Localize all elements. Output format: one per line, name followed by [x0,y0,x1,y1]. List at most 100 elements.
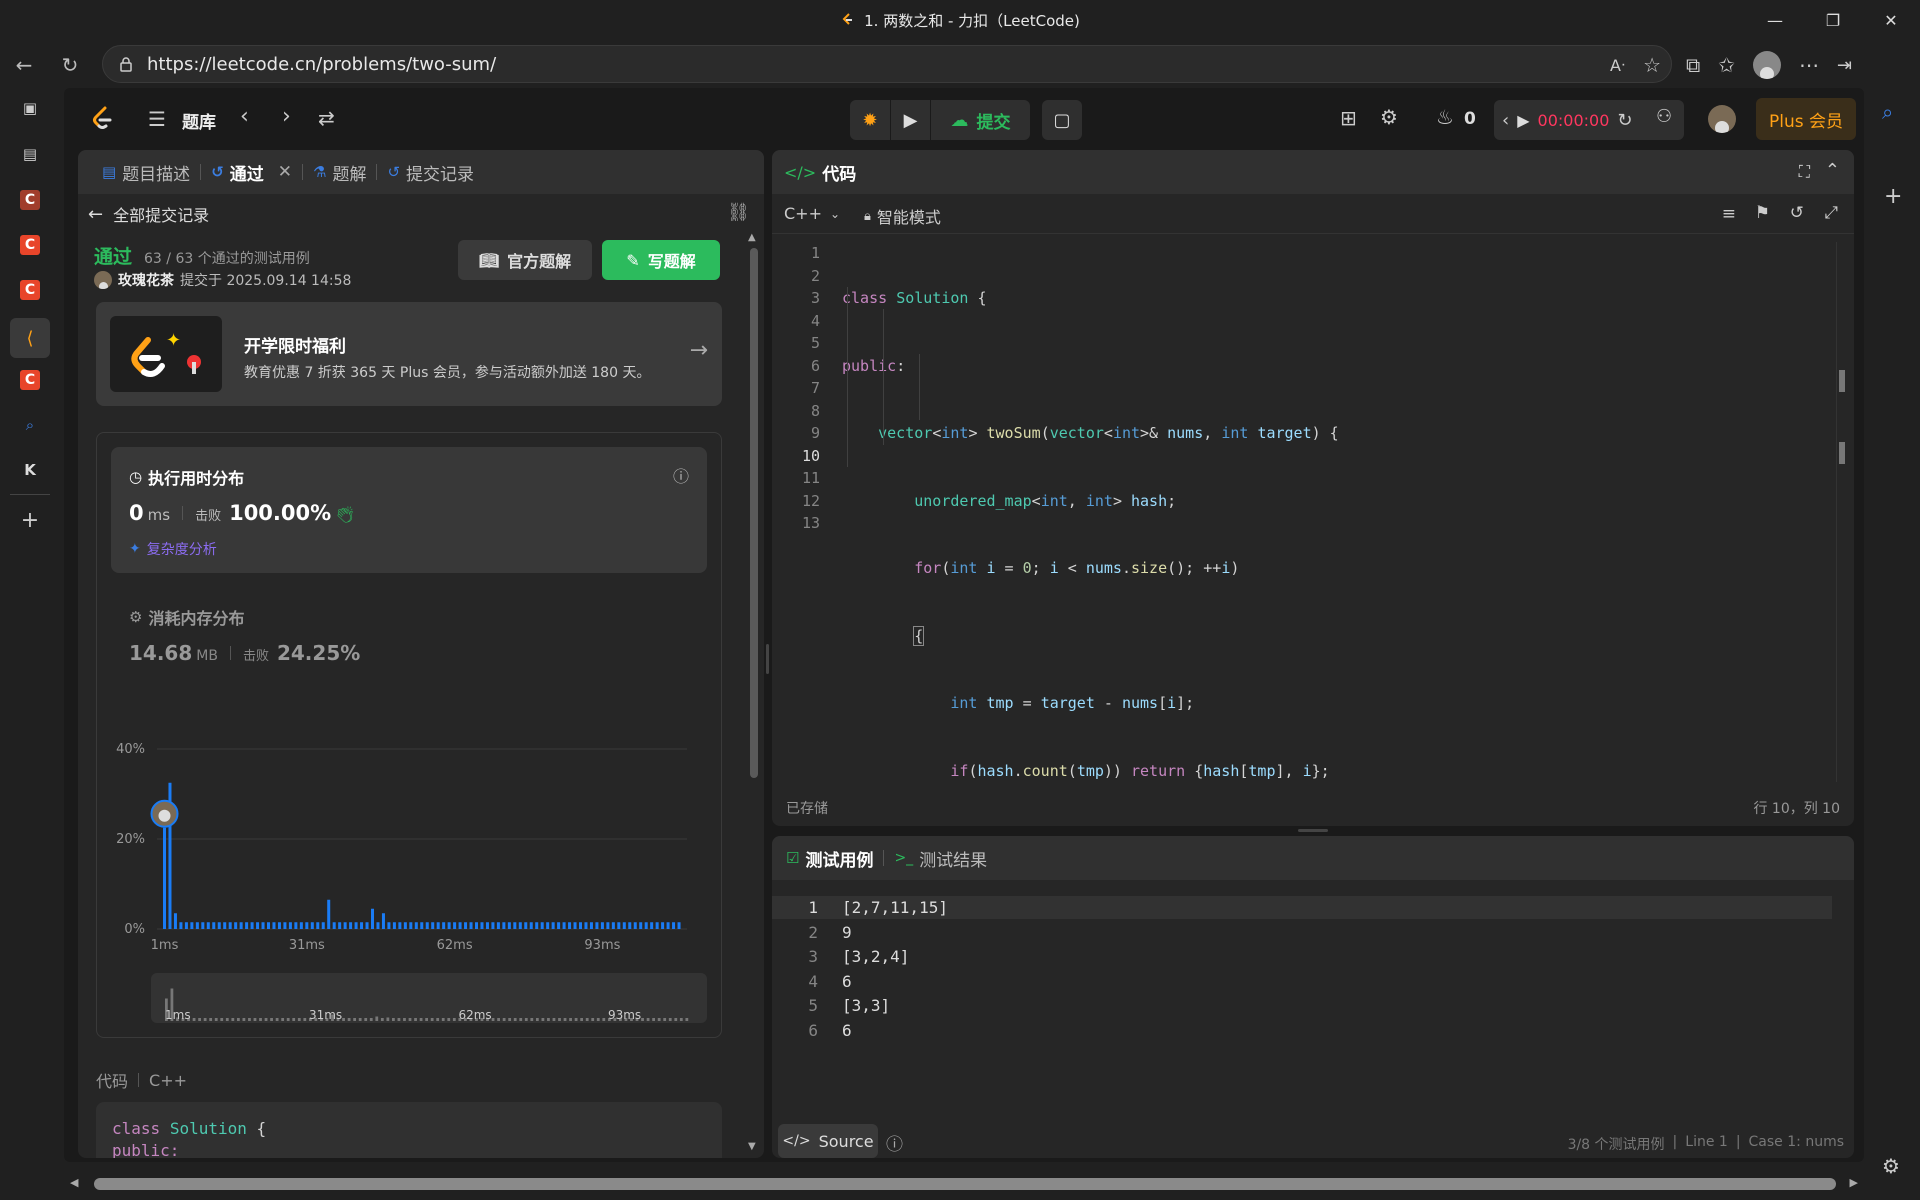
add-icon[interactable]: + [1884,184,1902,209]
notes-icon[interactable]: ▢ [1042,100,1082,140]
scroll-right-icon[interactable]: ▶ [1850,1176,1858,1189]
tab-k-icon[interactable]: K [14,454,46,486]
plus-member-button[interactable]: Plus 会员 [1756,98,1856,140]
scroll-thumb[interactable] [750,248,758,778]
problem-library-link[interactable]: 题库 [182,108,216,133]
edit-icon: ✎ [626,250,640,270]
chart-bar [228,922,232,929]
tab-solutions[interactable]: ⚗ 题解 [303,150,376,194]
smart-mode-toggle[interactable]: 🔒︎ 智能模式 [864,204,941,228]
favorites-icon[interactable]: ✩ [1718,53,1735,77]
chart-bar [442,922,446,929]
list-icon[interactable]: ☰ [148,107,166,131]
horizontal-resize-handle[interactable] [766,644,769,674]
close-window-icon[interactable]: ✕ [1862,0,1920,40]
memory-section[interactable]: ⚙ 消耗内存分布 14.68 MB 击败 24.25% [129,605,689,685]
vertical-resize-handle[interactable] [1298,829,1328,832]
runtime-card[interactable]: ◷ 执行用时分布 ⓘ 0 ms 击败 100.00% 👏︎ ✦ 复杂度分析 [111,447,707,573]
tab-c-icon[interactable]: C [14,184,46,216]
shuffle-icon[interactable]: ⇄ [318,106,335,130]
format-icon[interactable]: ≡ [1722,204,1736,224]
streak-flame-icon[interactable]: ♨ [1436,105,1454,129]
left-scrollbar[interactable]: ▲ ▼ [748,232,760,1152]
mini-bar [668,1018,672,1021]
scroll-left-icon[interactable]: ◀ [70,1176,78,1189]
run-play-icon[interactable]: ▶ [890,100,930,140]
complexity-analysis-link[interactable]: ✦ 复杂度分析 [129,539,217,559]
tab-actions-icon[interactable]: ▣ [14,92,46,124]
close-tab-icon[interactable]: ✕ [278,162,292,182]
code-area[interactable]: 1 2 3 4 5 6 7 8 9 10 11 12 13 class Solution { publi… [772,242,1832,782]
hscroll-thumb[interactable] [94,1178,1836,1190]
tab-c-icon[interactable]: C [14,274,46,306]
write-solution-button[interactable]: ✎ 写题解 [602,240,720,280]
collapse-icon[interactable]: ⌃ [1825,160,1840,181]
layout-grid-icon[interactable]: ⊞ [1340,106,1357,130]
code-line: { [913,625,925,646]
submit-button[interactable]: ☁ 提交 [930,100,1030,140]
prev-problem-icon[interactable]: ‹ [240,104,249,129]
range-slider[interactable]: 1ms 31ms 62ms 93ms [151,973,707,1023]
leetcode-logo-icon[interactable] [90,106,114,132]
restore-icon[interactable]: ❐ [1804,0,1862,40]
minimize-icon[interactable]: — [1746,0,1804,40]
search-icon[interactable]: ⌕ [1882,100,1893,124]
extensions-icon[interactable]: ⧉ [1686,53,1700,77]
code-preview[interactable]: class Solution { public: [96,1102,722,1158]
runtime-distribution-chart[interactable]: 40% 20% 0% 1ms 31ms 62ms 93ms [97,713,721,953]
promo-banner[interactable]: ✦ 开学限时福利 教育优惠 7 折获 365 天 Plus 会员，参与活动额外加… [96,302,722,406]
chart-bar [633,922,637,929]
tab-testcase[interactable]: ☑ 测试用例 [784,836,883,880]
invite-user-icon[interactable]: ⚇ [1656,106,1672,127]
chart-bar [201,922,205,929]
bookmark-icon[interactable]: ⚑ [1755,203,1770,223]
tab-search-icon[interactable]: ⌕ [14,409,46,441]
submitter-name[interactable]: 玫瑰花茶 [118,270,174,290]
info-icon[interactable]: ⓘ [673,463,689,487]
sidebar-toggle-icon[interactable]: ⇥ [1837,55,1852,76]
tab-accepted[interactable]: ↺ 通过 ✕ [201,150,302,194]
official-solution-button[interactable]: 📖︎ 官方题解 [458,240,592,280]
tab-leetcode-icon[interactable]: ⟨ [10,318,50,358]
fullscreen-icon[interactable]: ⛶ [1799,162,1810,182]
testcase-editor[interactable]: 1 2 3 4 5 6 [2,7,11,15] 9 [3,2,4] 6 [3,3] 6 [772,896,1832,1056]
read-aloud-icon[interactable]: Aᐧ [1610,56,1625,75]
new-tab-icon[interactable]: + [14,504,46,536]
link-icon[interactable]: ⛓ [727,202,750,223]
reset-icon[interactable]: ↺ [1790,203,1804,223]
user-avatar[interactable] [1708,105,1736,133]
expand-icon[interactable]: ⤢ [1824,203,1838,223]
tab-test-result[interactable]: >_ 测试结果 [884,836,997,880]
back-to-submissions[interactable]: ← 全部提交记录 [88,202,209,226]
chart-bar [403,922,407,929]
address-bar[interactable]: https://leetcode.cn/problems/two-sum/ Aᐧ… [102,45,1672,83]
editor-scrollbar[interactable] [1836,242,1848,782]
mini-bar [569,1018,572,1021]
source-button[interactable]: </> Source [778,1124,878,1158]
tab-c-icon[interactable]: C [14,364,46,396]
debug-icon[interactable]: ✹ [850,100,890,140]
scroll-down-icon[interactable]: ▼ [748,1141,756,1152]
tab-c-icon[interactable]: C [14,229,46,261]
mini-bar [552,1018,556,1021]
page-horizontal-scrollbar[interactable]: ◀ ▶ [64,1172,1864,1196]
tab-icon[interactable]: ▤ [14,138,46,170]
timer-play-icon[interactable]: ▶ [1517,111,1529,130]
back-arrow-icon[interactable]: ← [4,45,44,85]
more-menu-icon[interactable]: ⋯ [1799,53,1819,77]
language-select[interactable]: C++ ⌄ [784,204,840,223]
refresh-icon[interactable]: ↻ [50,45,90,85]
tab-submissions[interactable]: ↺ 提交记录 [377,150,484,194]
settings-gear-icon[interactable]: ⚙ [1882,1154,1900,1178]
timer-reset-icon[interactable]: ↻ [1617,110,1632,131]
mini-bar [408,1018,412,1021]
line-numbers: 1 2 3 4 5 6 7 8 9 10 11 12 13 [772,242,820,535]
next-problem-icon[interactable]: › [282,104,291,129]
settings-icon[interactable]: ⚙ [1380,105,1398,129]
profile-avatar[interactable] [1753,51,1782,79]
timer-collapse-icon[interactable]: ‹ [1502,110,1509,131]
tab-description[interactable]: ▤ 题目描述 [92,150,200,194]
scroll-up-icon[interactable]: ▲ [748,232,756,243]
help-icon[interactable]: ⓘ [886,1130,903,1155]
favorite-star-icon[interactable]: ☆ [1643,53,1661,77]
